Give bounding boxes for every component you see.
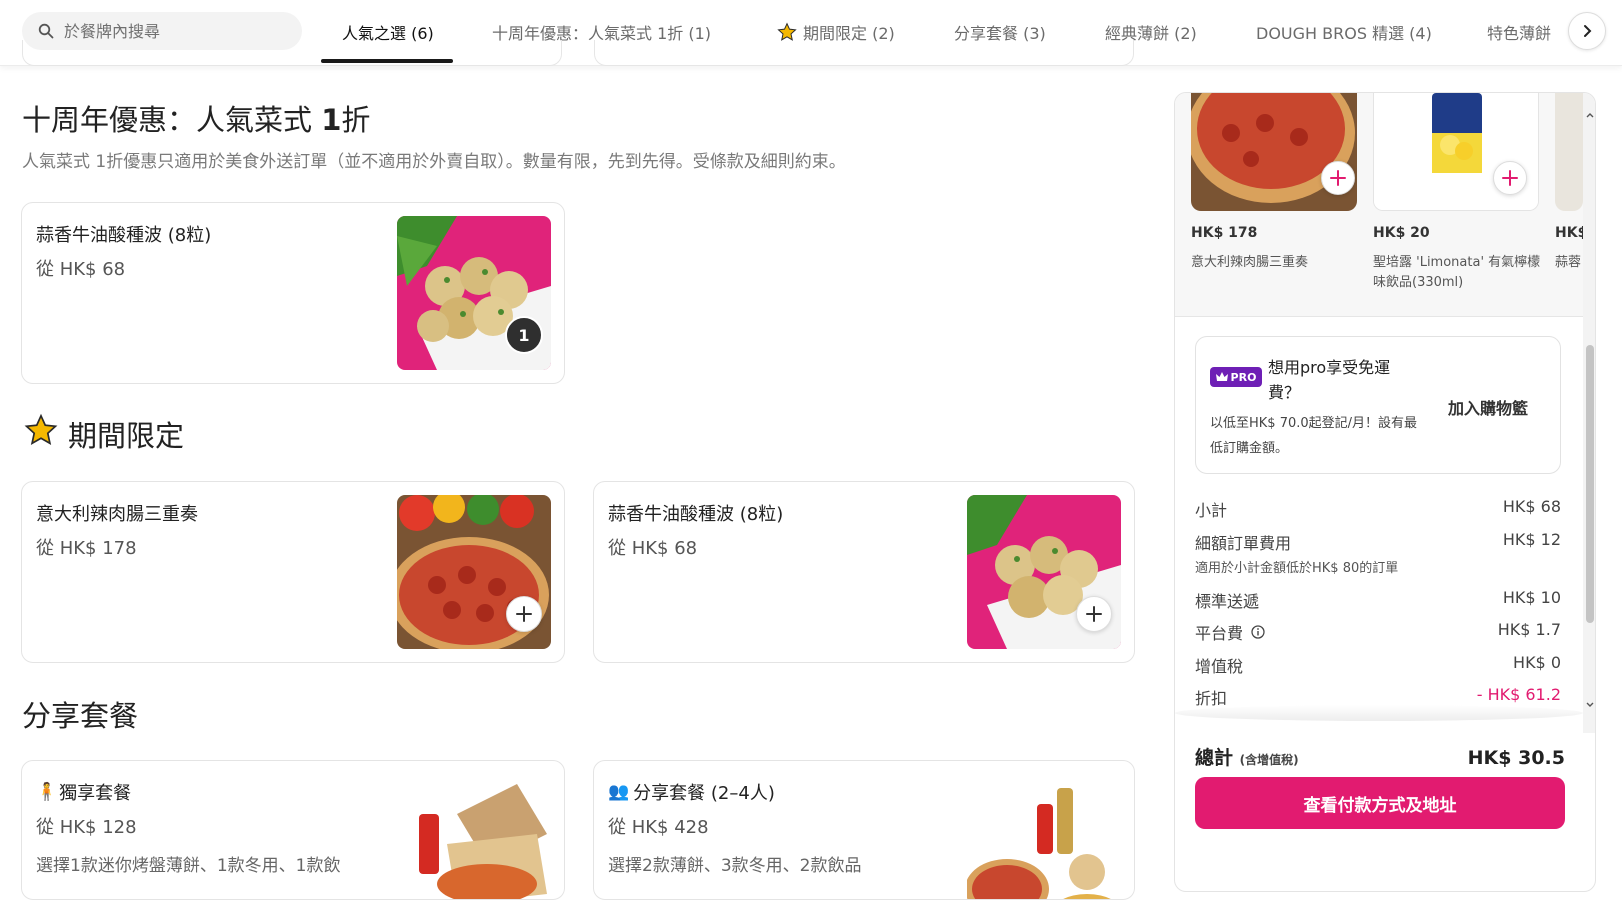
recommendation-name: 意大利辣肉腸三重奏: [1191, 255, 1309, 270]
chevron-up-icon: [1586, 113, 1594, 118]
solo-set-photo: [397, 774, 551, 899]
item-name-row: 👥 分享套餐 (2–4人): [608, 779, 775, 805]
recommendations-carousel: HK$ 178 意大利辣肉腸三重奏 HK$ 20 聖培露 'Limonata' …: [1175, 93, 1583, 317]
total-note: (含增值稅): [1239, 753, 1299, 767]
scrollbar-thumb[interactable]: [1586, 345, 1594, 623]
item-description: 選擇1款迷你烤盤薄餅、1款冬用、1款飲: [36, 856, 341, 876]
plus-icon: [516, 606, 532, 622]
line-value: HK$ 0: [1513, 653, 1561, 672]
tab-dough-bros[interactable]: DOUGH BROS 精選 (4): [1256, 20, 1432, 44]
tabs-next-button[interactable]: [1568, 12, 1606, 50]
menu-search-input[interactable]: [64, 21, 284, 41]
recommendation-name: 聖培露 'Limonata' 有氣檸檬味飲品(330ml): [1373, 255, 1541, 290]
plus-icon: [1086, 606, 1102, 622]
total-label: 總計: [1195, 747, 1234, 769]
add-recommendation-button[interactable]: [1493, 161, 1527, 195]
info-icon[interactable]: [1251, 625, 1265, 639]
pro-badge: PRO: [1210, 367, 1262, 387]
line-label: 折扣: [1195, 689, 1228, 708]
menu-item-card[interactable]: 蒜香牛油酸種波 (8粒) 從 HK$ 68: [593, 481, 1135, 663]
line-label: 小計: [1195, 501, 1228, 520]
total-row: 總計 (含增值稅) HK$ 30.5: [1195, 743, 1565, 770]
item-name: 蒜香牛油酸種波 (8粒): [608, 504, 784, 525]
pro-title: 想用pro享受免運費？: [1268, 358, 1391, 402]
line-value: HK$ 12: [1502, 530, 1561, 549]
recommendation-item[interactable]: HK$ 蒜蓉: [1555, 93, 1583, 317]
line-value: HK$ 10: [1502, 588, 1561, 607]
pro-subscription-promo: PRO 想用pro享受免運費？ 以低至HK$ 70.0起登記/月！設有最低訂購金…: [1195, 336, 1561, 474]
item-name: 獨享套餐: [59, 783, 132, 804]
previous-card-edge: [594, 40, 1134, 66]
add-to-cart-button[interactable]: [1076, 596, 1112, 632]
delivery-fee-row: 標準送遞 HK$ 10: [1195, 588, 1561, 612]
search-icon: [38, 23, 54, 39]
tab-specialty-pizza[interactable]: 特色薄餅: [1487, 20, 1553, 44]
line-label: 細額訂單費用: [1195, 534, 1292, 553]
recommendation-price: HK$ 20: [1373, 225, 1430, 241]
plus-icon: [1330, 170, 1346, 186]
section-description: 人氣菜式 1折優惠只適用於美食外送訂單（並不適用於外賣自取）。數量有限，先到先得…: [22, 152, 846, 172]
star-icon: [777, 22, 797, 41]
line-value: HK$ 68: [1502, 497, 1561, 516]
small-order-fee-row: 細額訂單費用 HK$ 12: [1195, 530, 1561, 554]
menu-item-card[interactable]: 🧍 獨享套餐 從 HK$ 128 選擇1款迷你烤盤薄餅、1款冬用、1款飲: [21, 760, 565, 900]
section-title-limited: 期間限定: [68, 419, 185, 453]
scroll-fade: [1175, 705, 1583, 721]
total-value: HK$ 30.5: [1467, 747, 1565, 769]
section-title-anniversary: 十周年優惠：人氣菜式 1折: [22, 103, 371, 137]
line-value: HK$ 1.7: [1497, 620, 1561, 639]
dough-bros-box-photo: [1555, 93, 1583, 211]
menu-item-card[interactable]: 蒜香牛油酸種波 (8粒) 從 HK$ 68 1: [21, 202, 565, 384]
item-price: 從 HK$ 128: [36, 817, 137, 838]
platform-fee-row: 平台費 HK$ 1.7: [1195, 620, 1561, 644]
menu-item-card[interactable]: 意大利辣肉腸三重奏 從 HK$ 178: [21, 481, 565, 663]
item-quantity-badge[interactable]: 1: [505, 316, 543, 354]
cart-scrollbar[interactable]: [1583, 93, 1595, 733]
chevron-right-icon: [1584, 25, 1592, 37]
add-recommendation-button[interactable]: [1321, 161, 1355, 195]
recommendation-price: HK$ 178: [1191, 225, 1258, 241]
item-name: 意大利辣肉腸三重奏: [36, 504, 198, 525]
pro-add-to-cart-button[interactable]: 加入購物籃: [1448, 395, 1528, 419]
checkout-button[interactable]: 查看付款方式及地址: [1195, 777, 1565, 829]
line-note: 適用於小計金額低於HK$ 80的訂單: [1195, 561, 1399, 576]
line-label: 平台費: [1195, 624, 1244, 643]
recommendation-price: HK$: [1555, 225, 1583, 241]
add-to-cart-button[interactable]: [506, 596, 542, 632]
item-name-row: 🧍 獨享套餐: [36, 779, 131, 805]
star-icon: [24, 413, 58, 445]
tab-label: 特色薄餅: [1487, 24, 1552, 43]
small-order-fee-note-row: 適用於小計金額低於HK$ 80的訂單: [1195, 557, 1561, 576]
person-icon: 🧍: [36, 782, 58, 802]
item-price: 從 HK$ 428: [608, 817, 709, 838]
section-title-sharing: 分享套餐: [22, 699, 139, 733]
item-name: 分享套餐 (2–4人): [633, 783, 775, 804]
item-price: 從 HK$ 68: [36, 259, 126, 280]
recommendation-name: 蒜蓉: [1555, 255, 1582, 270]
item-description: 選擇2款薄餅、3款冬用、2款飲品: [608, 856, 862, 876]
vat-row: 增值稅 HK$ 0: [1195, 653, 1561, 677]
plus-icon: [1502, 170, 1518, 186]
line-label: 增值稅: [1195, 657, 1244, 676]
item-price: 從 HK$ 178: [36, 538, 137, 559]
tab-label: DOUGH BROS 精選 (4): [1256, 24, 1432, 43]
cart-panel: HK$ 178 意大利辣肉腸三重奏 HK$ 20 聖培露 'Limonata' …: [1174, 92, 1596, 892]
subtotal-row: 小計 HK$ 68: [1195, 497, 1561, 521]
item-price: 從 HK$ 68: [608, 538, 698, 559]
menu-item-card[interactable]: 👥 分享套餐 (2–4人) 從 HK$ 428 選擇2款薄餅、3款冬用、2款飲品: [593, 760, 1135, 900]
line-label: 標準送遞: [1195, 592, 1260, 611]
chevron-down-icon: [1586, 702, 1594, 707]
pro-description: 以低至HK$ 70.0起登記/月！設有最低訂購金額。: [1210, 416, 1418, 456]
crown-icon: [1215, 372, 1228, 381]
people-icon: 👥: [608, 782, 630, 802]
sharing-set-photo: [967, 774, 1121, 899]
item-name: 蒜香牛油酸種波 (8粒): [36, 225, 212, 246]
previous-card-edge: [22, 40, 562, 66]
